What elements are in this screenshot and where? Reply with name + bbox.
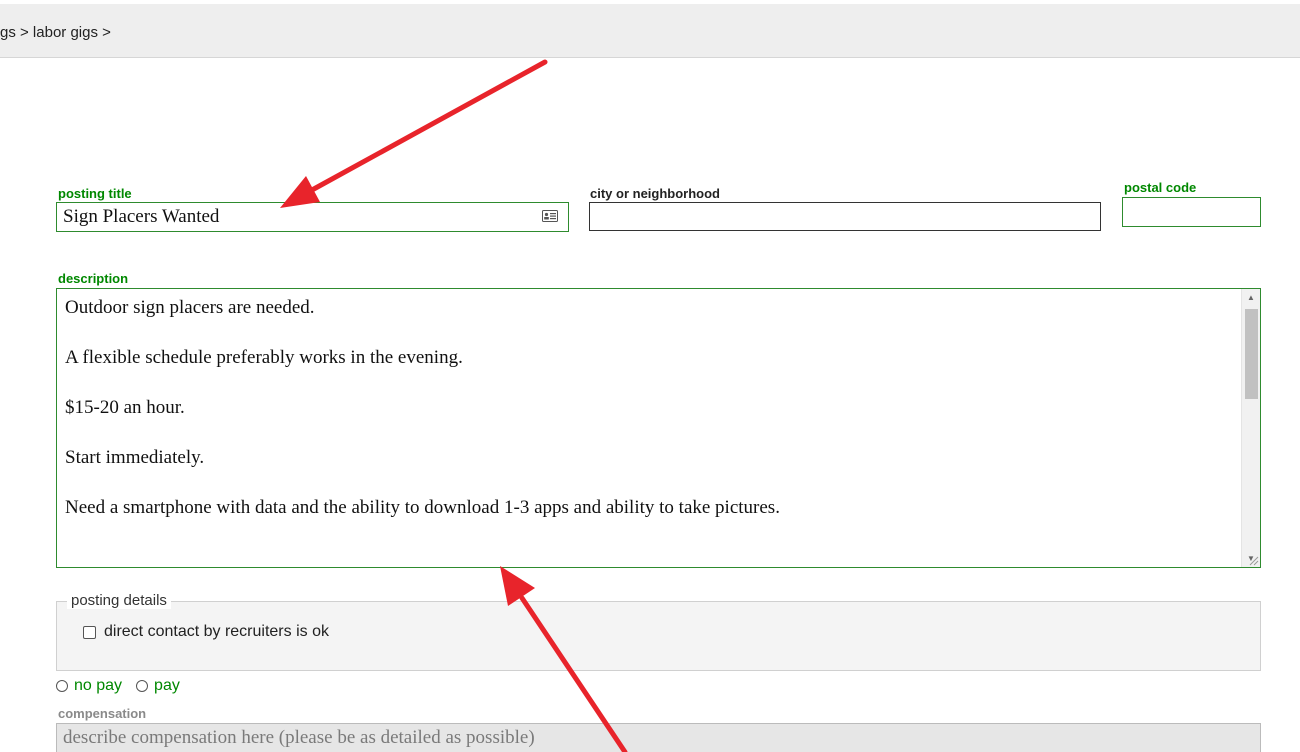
posting-title-value: Sign Placers Wanted [63, 206, 220, 227]
description-paragraph: $15-20 an hour. [65, 397, 185, 418]
pay-radio-group: no pay pay [56, 677, 194, 695]
posting-title-label: posting title [58, 186, 132, 201]
city-input[interactable] [589, 202, 1101, 231]
city-label: city or neighborhood [590, 186, 720, 201]
no-pay-label[interactable]: no pay [74, 677, 122, 695]
description-paragraph: Outdoor sign placers are needed. [65, 297, 315, 318]
posting-title-input[interactable]: Sign Placers Wanted [56, 202, 569, 232]
breadcrumb-bar: gs > labor gigs > [0, 4, 1300, 58]
description-paragraph: A flexible schedule preferably works in … [65, 347, 463, 368]
scroll-thumb[interactable] [1245, 309, 1258, 399]
compensation-label: compensation [58, 706, 147, 721]
posting-details-fieldset: posting details direct contact by recrui… [56, 592, 1261, 671]
description-scrollbar[interactable]: ▲ ▼ [1241, 289, 1260, 567]
no-pay-radio[interactable] [56, 680, 68, 692]
contact-card-icon[interactable] [542, 210, 558, 222]
compensation-placeholder: describe compensation here (please be as… [63, 727, 535, 748]
description-content: Outdoor sign placers are needed. A flexi… [57, 289, 1240, 545]
recruiters-checkbox-row[interactable]: direct contact by recruiters is ok [83, 623, 329, 641]
page: gs > labor gigs > posting title Sign Pla… [0, 0, 1300, 752]
description-textarea[interactable]: Outdoor sign placers are needed. A flexi… [56, 288, 1261, 568]
recruiters-checkbox[interactable] [83, 625, 96, 639]
resize-grip-icon[interactable] [1247, 554, 1259, 566]
compensation-input[interactable]: describe compensation here (please be as… [56, 723, 1261, 752]
pay-radio[interactable] [136, 680, 149, 692]
recruiters-checkbox-label: direct contact by recruiters is ok [104, 623, 329, 640]
scroll-up-arrow-icon[interactable]: ▲ [1242, 289, 1260, 306]
breadcrumb[interactable]: gs > labor gigs > [0, 24, 111, 41]
description-paragraph: Need a smartphone with data and the abil… [65, 497, 780, 518]
postal-code-input[interactable] [1122, 197, 1261, 227]
pay-label[interactable]: pay [154, 677, 180, 695]
postal-code-label: postal code [1124, 180, 1197, 195]
posting-details-legend: posting details [67, 592, 171, 609]
description-label: description [58, 271, 129, 286]
arrow-to-title-icon [280, 59, 548, 208]
description-paragraph: Start immediately. [65, 447, 205, 468]
